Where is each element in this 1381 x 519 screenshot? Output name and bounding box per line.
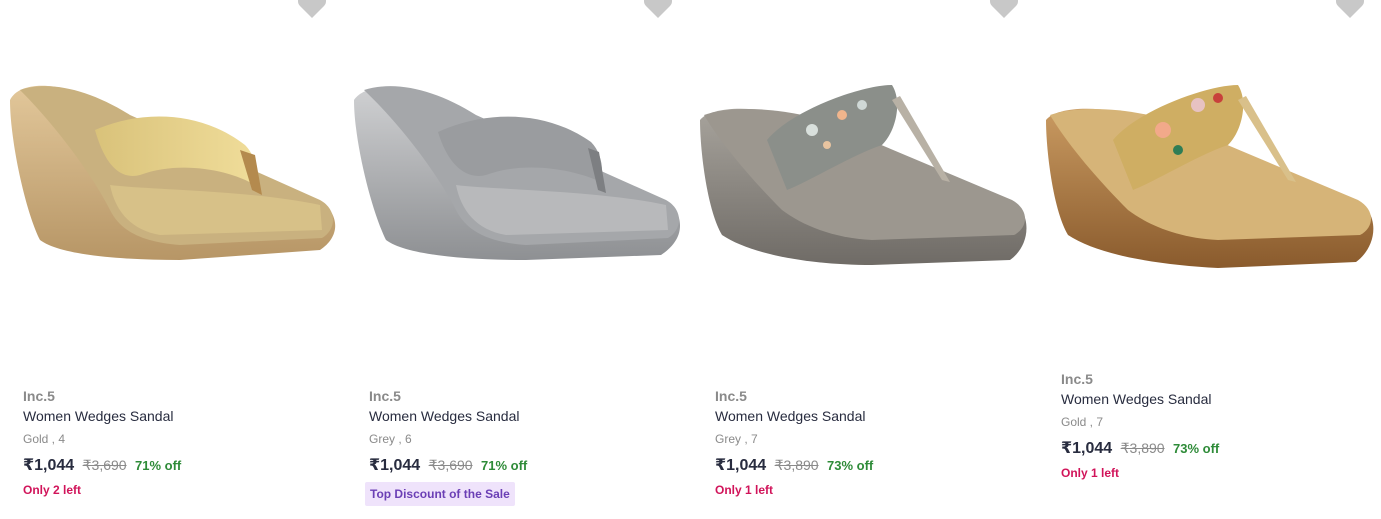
product-discount: 71% off xyxy=(481,458,528,473)
pewter-embellished-wedge-sandal-icon xyxy=(700,85,1027,265)
product-name: Women Wedges Sandal xyxy=(715,408,866,424)
product-name: Women Wedges Sandal xyxy=(1061,391,1212,407)
grey-rhinestone-wedge-sandal-icon xyxy=(354,86,681,260)
product-card[interactable]: Inc.5 Women Wedges Sandal Gold , 7 ₹1,04… xyxy=(1038,0,1381,519)
product-brand: Inc.5 xyxy=(715,388,747,404)
heart-icon xyxy=(643,0,673,18)
product-price: ₹1,044 xyxy=(715,457,767,474)
product-brand: Inc.5 xyxy=(1061,371,1093,387)
price-row: ₹1,044 ₹3,890 73% off xyxy=(715,452,1027,478)
product-mrp: ₹3,890 xyxy=(774,457,819,473)
product-info[interactable]: Inc.5 Women Wedges Sandal Grey , 7 ₹1,04… xyxy=(715,386,1027,500)
product-card[interactable]: Inc.5 Women Wedges Sandal Grey , 6 ₹1,04… xyxy=(346,0,691,519)
price-row: ₹1,044 ₹3,890 73% off xyxy=(1061,435,1373,461)
bronze-floral-wedge-sandal-icon xyxy=(1046,85,1374,268)
product-card[interactable]: Inc.5 Women Wedges Sandal Gold , 4 ₹1,04… xyxy=(0,0,345,519)
price-row: ₹1,044 ₹3,690 71% off xyxy=(369,452,681,478)
price-row: ₹1,044 ₹3,690 71% off xyxy=(23,452,335,478)
heart-icon xyxy=(297,0,327,18)
product-price: ₹1,044 xyxy=(369,457,421,474)
product-mrp: ₹3,890 xyxy=(1120,440,1165,456)
product-image[interactable] xyxy=(346,60,691,290)
heart-icon xyxy=(1335,0,1365,18)
product-image[interactable] xyxy=(0,60,345,290)
product-price: ₹1,044 xyxy=(23,457,75,474)
product-image[interactable] xyxy=(1038,60,1381,290)
product-brand: Inc.5 xyxy=(23,388,55,404)
product-name: Women Wedges Sandal xyxy=(23,408,174,424)
product-mrp: ₹3,690 xyxy=(428,457,473,473)
wishlist-button[interactable] xyxy=(643,0,673,20)
product-info[interactable]: Inc.5 Women Wedges Sandal Grey , 6 ₹1,04… xyxy=(365,386,681,506)
product-image[interactable] xyxy=(692,60,1037,290)
product-mrp: ₹3,690 xyxy=(82,457,127,473)
product-discount: 73% off xyxy=(1173,441,1220,456)
stock-status: Only 1 left xyxy=(715,483,774,497)
product-name: Women Wedges Sandal xyxy=(369,408,520,424)
stock-status: Only 1 left xyxy=(1061,466,1120,480)
sale-tag: Top Discount of the Sale xyxy=(365,482,515,506)
wishlist-button[interactable] xyxy=(989,0,1019,20)
stock-status: Only 2 left xyxy=(23,483,82,497)
product-variant: Gold , 4 xyxy=(23,432,66,446)
product-variant: Grey , 6 xyxy=(369,432,412,446)
product-grid: Inc.5 Women Wedges Sandal Gold , 4 ₹1,04… xyxy=(0,0,1381,519)
product-discount: 71% off xyxy=(135,458,182,473)
product-brand: Inc.5 xyxy=(369,388,401,404)
product-variant: Grey , 7 xyxy=(715,432,758,446)
gold-glitter-wedge-sandal-icon xyxy=(10,85,336,260)
heart-icon xyxy=(989,0,1019,18)
product-discount: 73% off xyxy=(827,458,874,473)
product-info[interactable]: Inc.5 Women Wedges Sandal Gold , 4 ₹1,04… xyxy=(23,386,335,500)
wishlist-button[interactable] xyxy=(297,0,327,20)
product-variant: Gold , 7 xyxy=(1061,415,1104,429)
product-price: ₹1,044 xyxy=(1061,440,1113,457)
product-card[interactable]: Inc.5 Women Wedges Sandal Grey , 7 ₹1,04… xyxy=(692,0,1037,519)
wishlist-button[interactable] xyxy=(1335,0,1365,20)
product-info[interactable]: Inc.5 Women Wedges Sandal Gold , 7 ₹1,04… xyxy=(1061,369,1373,483)
